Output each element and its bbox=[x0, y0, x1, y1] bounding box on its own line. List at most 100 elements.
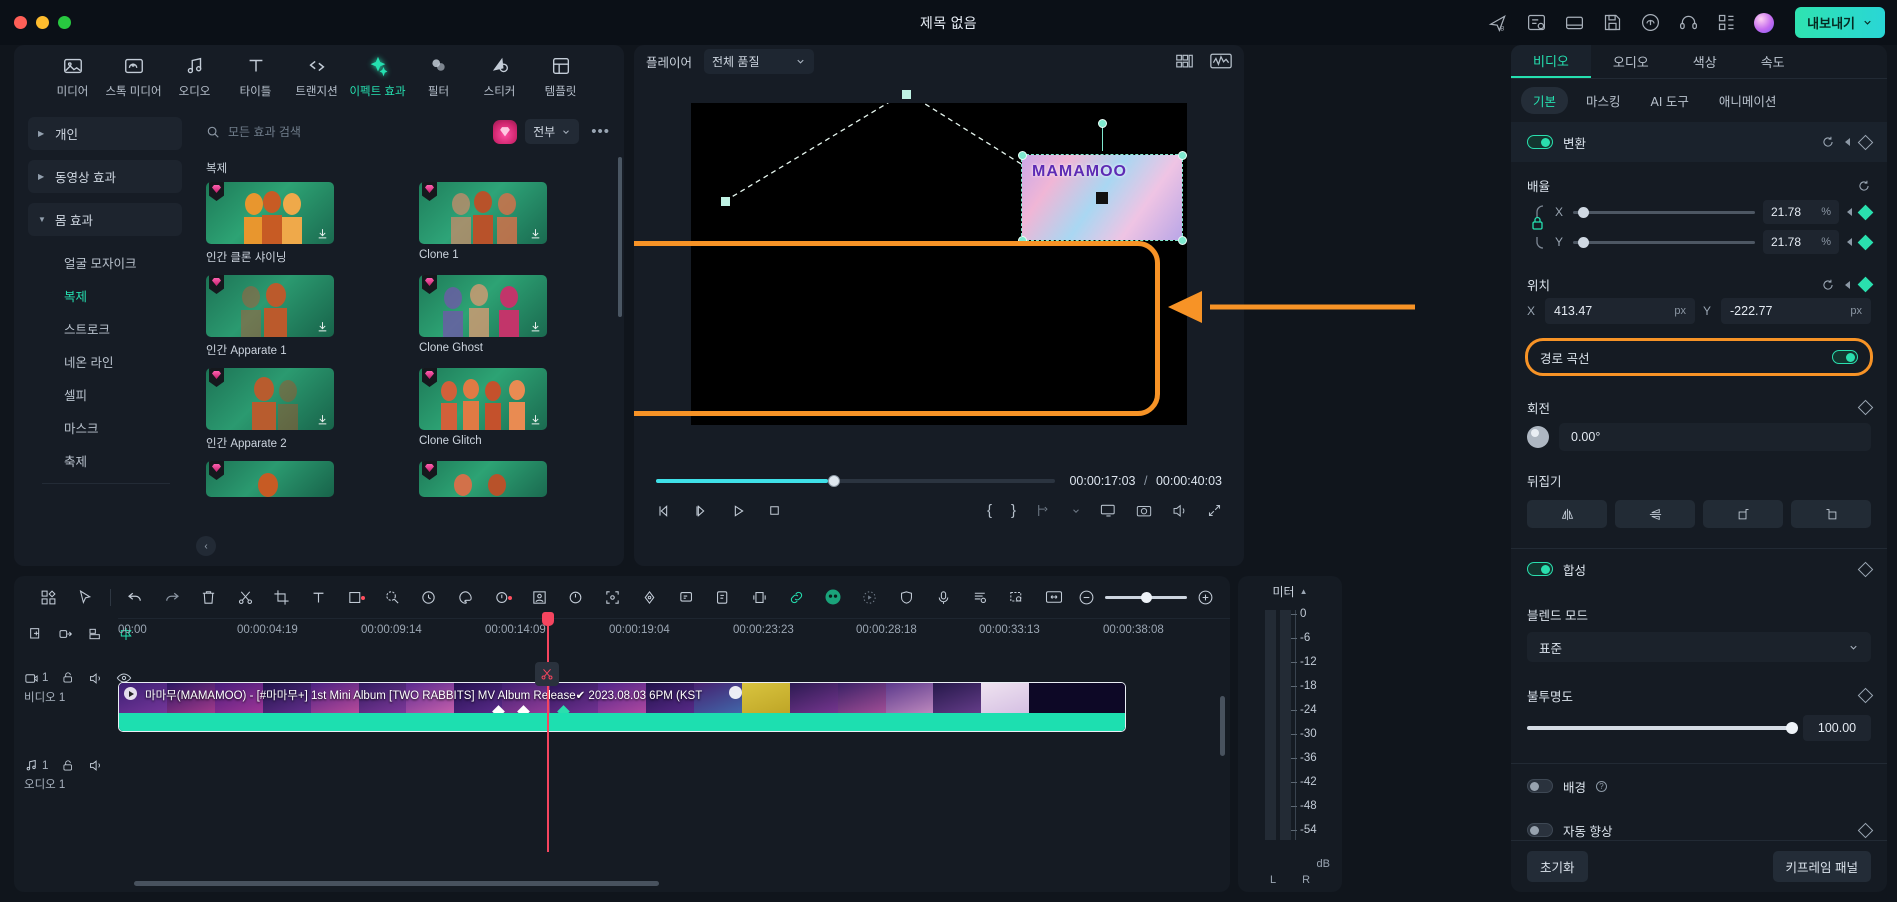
keyframe-point[interactable] bbox=[721, 197, 730, 206]
waveform-icon[interactable] bbox=[1210, 52, 1232, 70]
rotation-input[interactable]: 0.00° bbox=[1559, 423, 1871, 451]
apps-grid-icon[interactable] bbox=[1716, 12, 1737, 33]
path-curve-toggle[interactable] bbox=[1832, 350, 1858, 364]
tab-filter[interactable]: 필터 bbox=[408, 54, 469, 99]
effect-card[interactable]: 인간 Apparate 2 bbox=[206, 368, 334, 451]
timeline-vertical-scrollbar[interactable] bbox=[1220, 696, 1225, 756]
tab-video[interactable]: 비디오 bbox=[1511, 45, 1591, 78]
close-window-button[interactable] bbox=[14, 16, 27, 29]
keyframe-point[interactable] bbox=[902, 90, 911, 99]
list-button[interactable] bbox=[962, 589, 999, 606]
lock-icon[interactable] bbox=[1529, 201, 1547, 253]
tab-stock-media[interactable]: 스톡 미디어 bbox=[103, 54, 164, 99]
tab-speed[interactable]: 속도 bbox=[1739, 45, 1807, 78]
preview-canvas[interactable]: MAMAMOO bbox=[634, 77, 1244, 458]
avatar[interactable] bbox=[1754, 12, 1775, 33]
slider-knob[interactable] bbox=[1141, 591, 1152, 603]
headset-icon[interactable] bbox=[1678, 12, 1699, 33]
maximize-window-button[interactable] bbox=[58, 16, 71, 29]
category-video-effects[interactable]: ▶ 동영상 효과 bbox=[28, 160, 182, 193]
keyframe-diamond-icon[interactable] bbox=[1857, 234, 1874, 250]
scale-y-value[interactable]: 21.78 % bbox=[1763, 230, 1839, 254]
search-input[interactable]: 모든 효과 검색 bbox=[206, 123, 485, 140]
tab-audio[interactable]: 오디오 bbox=[1591, 45, 1671, 78]
download-icon[interactable] bbox=[316, 413, 329, 426]
keyframe-button[interactable] bbox=[631, 589, 668, 606]
scale-x-slider[interactable] bbox=[1573, 206, 1755, 218]
reset-button[interactable]: 초기화 bbox=[1527, 851, 1588, 882]
keyframe-diamond-icon[interactable] bbox=[1857, 204, 1874, 220]
effect-card[interactable] bbox=[206, 461, 334, 497]
hide-button[interactable] bbox=[998, 589, 1035, 606]
compositing-toggle[interactable] bbox=[1527, 562, 1553, 576]
subcategory-stroke[interactable]: 스트로크 bbox=[28, 312, 182, 345]
effect-card[interactable]: Clone Ghost bbox=[419, 275, 547, 358]
mute-icon[interactable] bbox=[88, 671, 103, 686]
tab-media[interactable]: 미디어 bbox=[42, 54, 103, 99]
window-controls[interactable] bbox=[14, 16, 71, 29]
category-personal[interactable]: ▶ 개인 bbox=[28, 117, 182, 150]
subcategory-face-mosaic[interactable]: 얼굴 모자이크 bbox=[28, 246, 182, 279]
keyframe-diamond-icon[interactable] bbox=[1857, 276, 1874, 293]
add-track-icon[interactable] bbox=[28, 626, 44, 642]
blend-mode-select[interactable]: 표준 bbox=[1527, 632, 1871, 662]
stabilize-button[interactable] bbox=[557, 589, 594, 606]
reset-icon[interactable] bbox=[1857, 179, 1871, 193]
position-x-input[interactable]: 413.47 px bbox=[1545, 298, 1695, 324]
tab-audio[interactable]: 오디오 bbox=[164, 54, 225, 99]
camera-icon[interactable] bbox=[1136, 503, 1152, 518]
stop-icon[interactable] bbox=[767, 503, 782, 518]
auto-caption-button[interactable] bbox=[668, 589, 705, 606]
export-button[interactable]: 내보내기 bbox=[1795, 7, 1885, 38]
resize-handle-tr[interactable] bbox=[1178, 151, 1187, 160]
effects-filter-select[interactable]: 전부 bbox=[525, 119, 580, 144]
green-screen-button[interactable] bbox=[521, 589, 558, 606]
effect-card[interactable]: 인간 클론 샤이닝 bbox=[206, 182, 334, 265]
cloud-upload-icon[interactable] bbox=[1640, 12, 1661, 33]
subtab-masking[interactable]: 마스킹 bbox=[1574, 87, 1633, 114]
prev-frame-icon[interactable] bbox=[656, 503, 672, 519]
split-at-playhead-button[interactable] bbox=[535, 662, 559, 686]
auto-enhance-toggle[interactable] bbox=[1527, 823, 1553, 837]
grid-view-button[interactable] bbox=[30, 589, 67, 606]
timeline-ruler[interactable]: 00:00 00:00:04:19 00:00:09:14 00:00:14:0… bbox=[118, 618, 1230, 648]
opacity-slider[interactable] bbox=[1527, 722, 1798, 734]
keyframe-prev-icon[interactable] bbox=[1847, 208, 1852, 216]
mic-button[interactable] bbox=[925, 589, 962, 606]
pip-crop-button[interactable] bbox=[337, 589, 374, 606]
select-tool-button[interactable] bbox=[67, 589, 104, 606]
slider-knob[interactable] bbox=[1786, 722, 1798, 734]
ai-copilot-button[interactable] bbox=[815, 587, 852, 607]
loading-button[interactable] bbox=[851, 589, 888, 606]
effect-card[interactable]: 인간 Apparate 1 bbox=[206, 275, 334, 358]
keyframe-diamond-icon[interactable] bbox=[1857, 822, 1874, 838]
tab-color[interactable]: 색상 bbox=[1671, 45, 1739, 78]
more-options-button[interactable]: ••• bbox=[587, 123, 614, 140]
tab-template[interactable]: 템플릿 bbox=[530, 54, 591, 99]
crop-button[interactable] bbox=[263, 589, 300, 606]
slider-knob[interactable] bbox=[1578, 206, 1590, 218]
ai-audio-button[interactable] bbox=[484, 589, 521, 606]
playhead-handle[interactable] bbox=[542, 612, 554, 626]
mute-icon[interactable] bbox=[88, 758, 103, 773]
keyframe-diamond-icon[interactable] bbox=[1857, 687, 1874, 704]
zoom-out-icon[interactable] bbox=[1078, 589, 1095, 606]
rotate-right-button[interactable] bbox=[1703, 500, 1783, 528]
volume-icon[interactable] bbox=[1171, 503, 1188, 518]
layout-grid-icon[interactable] bbox=[1175, 53, 1194, 70]
mark-in-icon[interactable]: { bbox=[987, 502, 992, 519]
reset-icon[interactable] bbox=[1821, 135, 1835, 149]
lock-icon[interactable] bbox=[61, 759, 75, 773]
text-button[interactable] bbox=[300, 589, 337, 606]
link-tracks-icon[interactable] bbox=[58, 626, 74, 642]
seek-knob[interactable] bbox=[827, 475, 840, 487]
snapshot-split-icon[interactable] bbox=[1035, 503, 1052, 518]
rotation-handle[interactable] bbox=[1098, 119, 1107, 128]
next-frame-icon[interactable] bbox=[693, 503, 709, 519]
position-y-input[interactable]: -222.77 px bbox=[1721, 298, 1871, 324]
keyframe-prev-icon[interactable] bbox=[1845, 138, 1850, 146]
scale-y-slider[interactable] bbox=[1573, 236, 1755, 248]
timeline-clip-video[interactable]: 마마무(MAMAMOO) - [#마마무+] 1st Mini Album [T… bbox=[118, 682, 1126, 732]
subcategory-neon-line[interactable]: 네온 라인 bbox=[28, 345, 182, 378]
download-icon[interactable] bbox=[529, 227, 542, 240]
